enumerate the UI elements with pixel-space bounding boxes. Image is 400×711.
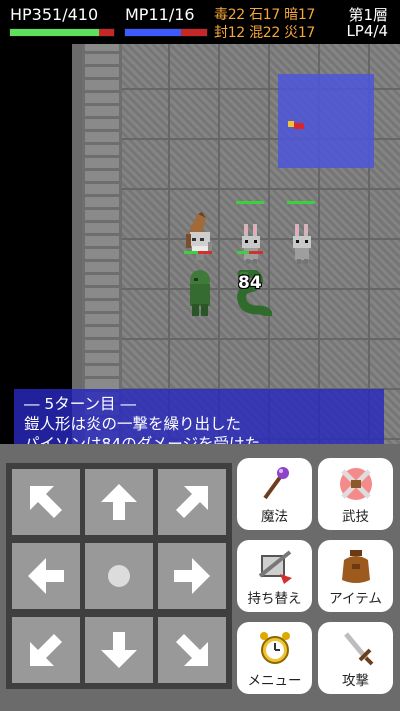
rabbit-hp-mini-bar (237, 251, 249, 254)
arrow-left-icon (28, 558, 64, 594)
move-down-right-button[interactable] (158, 617, 226, 683)
mp-text: MP11/16 (125, 5, 195, 24)
move-up-right-button[interactable] (158, 469, 226, 535)
sword-icon (318, 626, 393, 670)
menu-label: メニュー (247, 673, 302, 689)
attack-button[interactable]: 攻撃 (318, 622, 393, 694)
item-bag-icon (318, 544, 393, 588)
player-hp-mini-bar (184, 251, 198, 254)
lp-indicator: LP4/4 (346, 22, 388, 40)
skill-button[interactable]: 武技 (318, 458, 393, 530)
attack-label: 攻撃 (342, 673, 369, 689)
arrow-up-icon (101, 484, 137, 520)
log-line-2: パイソンは84のダメージを受けた (24, 435, 260, 444)
arrow-up-left-icon (30, 486, 62, 518)
hp-bar (9, 28, 115, 37)
log-line-1: 鎧人形は炎の一撃を繰り出した (24, 415, 242, 433)
direction-pad (6, 463, 232, 689)
move-down-left-button[interactable] (12, 617, 80, 683)
crossed-swords-icon (318, 462, 393, 506)
damage-popup: 84 (238, 273, 262, 293)
arrow-down-right-icon (176, 634, 208, 666)
item-label: アイテム (329, 591, 382, 607)
player-hp-mini-bar-lost (198, 251, 212, 254)
rabbit-enemy-icon (236, 224, 266, 268)
magic-label: 魔法 (261, 509, 288, 525)
green-golem-icon (184, 270, 216, 320)
item-button[interactable]: アイテム (318, 540, 393, 612)
magic-button[interactable]: 魔法 (237, 458, 312, 530)
magic-staff-icon (237, 462, 312, 506)
arrow-up-right-icon (176, 486, 208, 518)
wall-edge (72, 44, 82, 444)
log-turn: ― 5ターン目 ― (24, 395, 136, 413)
move-up-left-button[interactable] (12, 469, 80, 535)
swap-label: 持ち替え (247, 591, 302, 607)
enemy-hp-bar (236, 201, 264, 204)
hp-text: HP351/410 (10, 5, 99, 24)
swap-weapon-button[interactable]: 持ち替え (237, 540, 312, 612)
rabbit-enemy-icon (287, 224, 317, 268)
rabbit-hp-mini-bar-lost (249, 251, 263, 254)
move-right-button[interactable] (158, 543, 226, 609)
swap-weapon-icon (237, 544, 312, 588)
control-panel: 魔法 武技 持ち替え アイテム メニュー 攻撃 (0, 444, 400, 711)
arrow-down-left-icon (30, 634, 62, 666)
alarm-clock-icon (237, 626, 312, 670)
move-down-button[interactable] (85, 617, 153, 683)
skill-label: 武技 (342, 509, 369, 525)
item-marker-icon (288, 121, 304, 131)
wait-dot-icon (108, 565, 130, 587)
arrow-right-icon (174, 558, 210, 594)
message-log: ― 5ターン目 ― 鎧人形は炎の一撃を繰り出した パイソンは84のダメージを受け… (14, 389, 384, 444)
move-up-button[interactable] (85, 469, 153, 535)
dungeon-map[interactable]: 84 ― 5ターン目 ― 鎧人形は炎の一撃を繰り出した パイソンは84のダメージ… (0, 44, 400, 444)
hp-bar-fill (10, 29, 100, 36)
status-effects-line-1: 毒22 石17 暗17 (214, 7, 316, 23)
enemy-hp-bar (287, 201, 315, 204)
stone-wall (82, 44, 122, 444)
status-hud: HP351/410 MP11/16 毒22 石17 暗17 封12 混22 災1… (0, 0, 400, 44)
mp-bar (124, 28, 208, 37)
move-left-button[interactable] (12, 543, 80, 609)
mp-bar-fill (125, 29, 182, 36)
status-effects-line-2: 封12 混22 災17 (214, 25, 316, 41)
menu-button[interactable]: メニュー (237, 622, 312, 694)
wait-button[interactable] (85, 543, 153, 609)
arrow-down-icon (101, 632, 137, 668)
